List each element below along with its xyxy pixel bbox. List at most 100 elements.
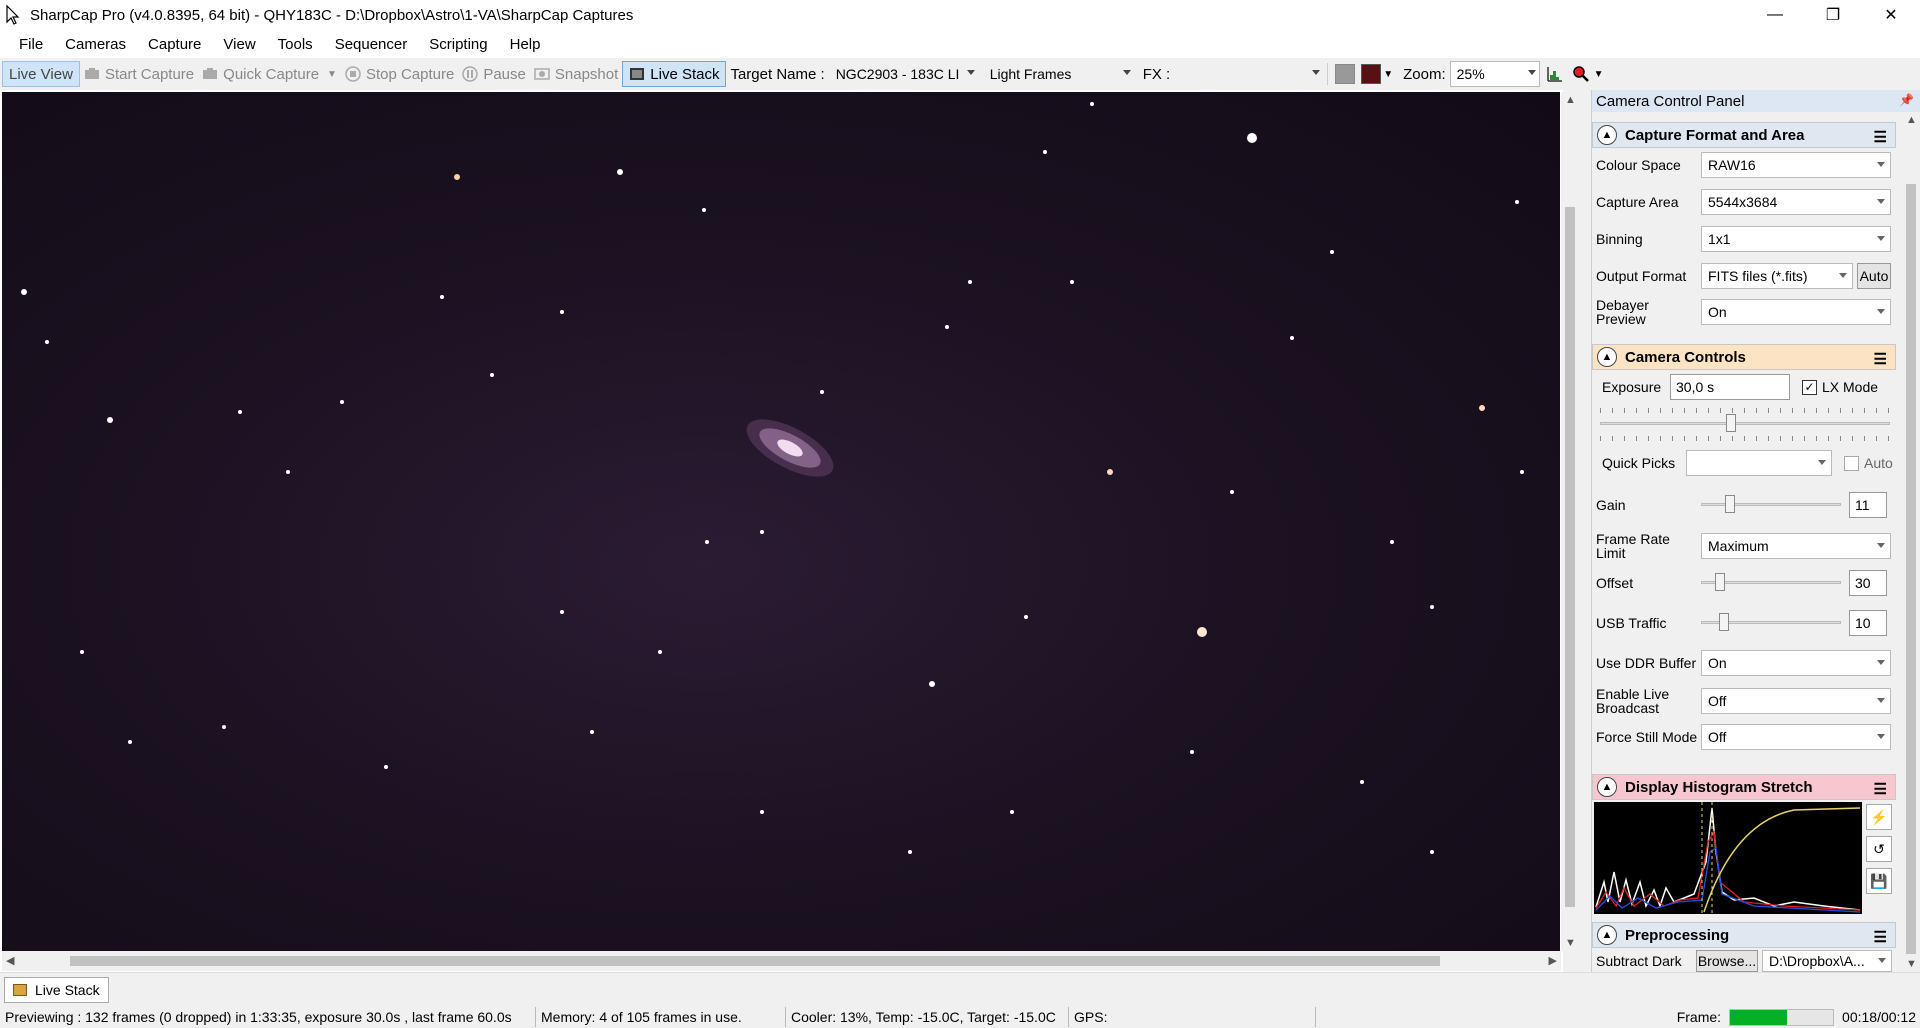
menu-tools[interactable]: Tools: [267, 36, 324, 53]
horizontal-scroll-thumb[interactable]: [70, 956, 1440, 966]
histogram-header[interactable]: ▲ Display Histogram Stretch ☰: [1592, 774, 1896, 800]
preprocessing-header[interactable]: ▲ Preprocessing ☰: [1592, 922, 1896, 948]
chevron-down-icon[interactable]: [1527, 70, 1536, 75]
stop-capture-button[interactable]: Stop Capture: [341, 61, 458, 87]
usb-traffic-slider[interactable]: [1701, 613, 1841, 633]
quick-picks-auto-checkbox[interactable]: [1844, 455, 1859, 471]
hamburger-menu-icon[interactable]: ☰: [1874, 350, 1887, 368]
live-stack-tab[interactable]: Live Stack: [4, 977, 109, 1003]
vertical-scroll-thumb[interactable]: [1565, 207, 1575, 907]
live-stack-image[interactable]: [2, 92, 1560, 951]
histogram-display[interactable]: [1594, 802, 1862, 914]
chevron-down-icon: [1877, 698, 1885, 703]
minimize-button[interactable]: —: [1746, 0, 1804, 30]
reset-icon[interactable]: ↺: [1866, 836, 1892, 862]
binning-value: 1x1: [1708, 231, 1731, 247]
live-broadcast-combo[interactable]: Off: [1701, 688, 1891, 714]
debayer-combo[interactable]: On: [1701, 299, 1891, 325]
panel-title-bar: Camera Control Panel 📌: [1592, 90, 1920, 112]
colour-swatch-button[interactable]: [1361, 64, 1382, 84]
gain-slider-thumb[interactable]: [1725, 495, 1735, 513]
offset-slider[interactable]: [1701, 573, 1841, 593]
chevron-down-icon[interactable]: ▼: [1383, 69, 1393, 80]
menu-cameras[interactable]: Cameras: [54, 36, 137, 53]
save-icon[interactable]: 💾: [1866, 868, 1892, 894]
hamburger-menu-icon[interactable]: ☰: [1874, 928, 1887, 946]
exposure-slider[interactable]: [1600, 414, 1890, 434]
output-format-value: FITS files (*.fits): [1708, 268, 1808, 284]
binning-combo[interactable]: 1x1: [1701, 226, 1891, 252]
output-format-combo[interactable]: FITS files (*.fits): [1701, 263, 1853, 289]
scroll-left-icon[interactable]: ◀: [6, 954, 14, 967]
collapse-icon[interactable]: ▲: [1597, 777, 1617, 797]
live-stack-button[interactable]: Live Stack: [622, 61, 727, 87]
gain-slider[interactable]: [1701, 495, 1841, 515]
usb-traffic-input[interactable]: 10: [1849, 610, 1887, 636]
exposure-slider-thumb[interactable]: [1726, 414, 1736, 432]
live-view-button[interactable]: Live View: [2, 61, 80, 87]
quick-capture-label: Quick Capture: [223, 65, 320, 83]
pin-icon[interactable]: 📌: [1899, 93, 1914, 107]
menu-sequencer[interactable]: Sequencer: [324, 36, 419, 53]
quick-picks-combo[interactable]: [1686, 450, 1832, 476]
chevron-down-icon[interactable]: ▼: [327, 69, 337, 80]
ddr-buffer-combo[interactable]: On: [1701, 650, 1891, 676]
scroll-right-icon[interactable]: ▶: [1549, 954, 1557, 967]
scroll-up-icon[interactable]: ▲: [1565, 94, 1576, 106]
chevron-down-icon[interactable]: [1312, 70, 1321, 75]
lx-mode-checkbox[interactable]: ✓: [1802, 379, 1817, 395]
quick-capture-button[interactable]: Quick Capture ▼: [198, 61, 341, 87]
panel-scroll-thumb[interactable]: [1906, 184, 1916, 954]
snapshot-label: Snapshot: [554, 65, 619, 83]
hamburger-menu-icon[interactable]: ☰: [1874, 128, 1887, 146]
menu-help[interactable]: Help: [499, 36, 552, 53]
fx-combo[interactable]: [1174, 61, 1324, 87]
menu-file[interactable]: File: [8, 36, 54, 53]
camera-control-panel: Camera Control Panel 📌 ▲ ▼ ▲ Capture For…: [1591, 90, 1920, 972]
capture-area-combo[interactable]: 5544x3684: [1701, 189, 1891, 215]
offset-input[interactable]: 30: [1849, 570, 1887, 596]
binning-row: Binning 1x1: [1596, 226, 1891, 252]
auto-button[interactable]: Auto: [1857, 263, 1891, 289]
chevron-down-icon[interactable]: [1122, 70, 1131, 75]
menu-capture[interactable]: Capture: [137, 36, 212, 53]
snapshot-button[interactable]: Snapshot: [530, 61, 622, 87]
histogram-toggle-icon[interactable]: [1546, 65, 1564, 83]
scroll-down-icon[interactable]: ▼: [1565, 937, 1576, 949]
pause-button[interactable]: Pause: [458, 61, 530, 87]
force-still-combo[interactable]: Off: [1701, 724, 1891, 750]
capture-format-header[interactable]: ▲ Capture Format and Area ☰: [1592, 122, 1896, 148]
zoom-magnifier-icon[interactable]: [1572, 65, 1590, 83]
close-button[interactable]: ✕: [1862, 0, 1920, 30]
zoom-combo[interactable]: 25%: [1449, 61, 1540, 87]
colour-space-combo[interactable]: RAW16: [1701, 152, 1891, 178]
maximize-button[interactable]: ❐: [1804, 0, 1862, 30]
offset-slider-thumb[interactable]: [1715, 573, 1725, 591]
lightning-icon[interactable]: ⚡: [1866, 804, 1892, 830]
chevron-down-icon[interactable]: [966, 70, 975, 75]
chevron-down-icon[interactable]: ▼: [1594, 69, 1604, 80]
colour-space-label: Colour Space: [1596, 157, 1681, 173]
dark-file-combo[interactable]: D:\Dropbox\A...: [1762, 950, 1892, 972]
scroll-up-icon[interactable]: ▲: [1906, 114, 1917, 126]
frame-type-combo[interactable]: Light Frames: [983, 61, 1135, 87]
target-name-combo[interactable]: NGC2903 - 183C LI: [829, 61, 979, 87]
hamburger-menu-icon[interactable]: ☰: [1874, 780, 1887, 798]
scroll-down-icon[interactable]: ▼: [1906, 958, 1917, 970]
menu-view[interactable]: View: [212, 36, 266, 53]
browse-button[interactable]: Browse...: [1696, 950, 1758, 972]
collapse-icon[interactable]: ▲: [1597, 125, 1617, 145]
exposure-input[interactable]: 30,0 s: [1670, 374, 1790, 400]
camera-controls-header[interactable]: ▲ Camera Controls ☰: [1592, 344, 1896, 370]
usb-traffic-slider-thumb[interactable]: [1719, 613, 1729, 631]
start-capture-button[interactable]: Start Capture: [80, 61, 198, 87]
frame-rate-combo[interactable]: Maximum: [1701, 533, 1891, 559]
display-grey-button[interactable]: [1335, 64, 1356, 84]
collapse-icon[interactable]: ▲: [1597, 347, 1617, 367]
menu-scripting[interactable]: Scripting: [418, 36, 498, 53]
panel-scrollbar[interactable]: ▲ ▼: [1902, 114, 1920, 972]
vertical-scrollbar[interactable]: ▲ ▼: [1561, 92, 1579, 951]
gain-input[interactable]: 11: [1849, 492, 1887, 518]
horizontal-scrollbar[interactable]: ◀ ▶: [2, 951, 1561, 971]
collapse-icon[interactable]: ▲: [1597, 925, 1617, 945]
